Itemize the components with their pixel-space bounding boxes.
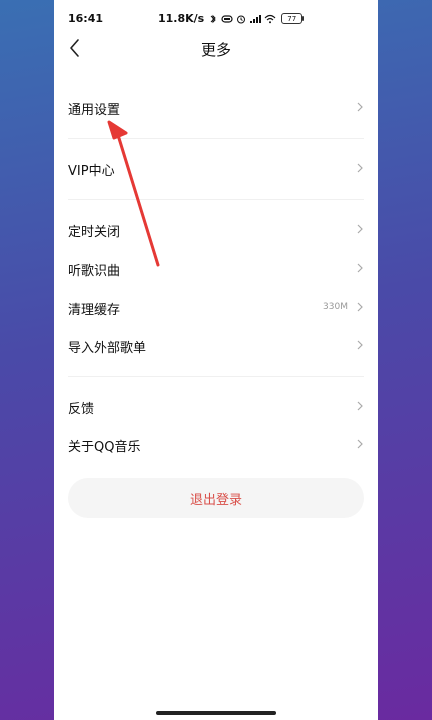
chevron-right-icon bbox=[357, 263, 363, 273]
feedback-label: 反馈 bbox=[68, 402, 95, 417]
phone-screen: 16:41 11.8K/s 77 更多 通用设置 VIP中心 定时关闭 听歌识曲 bbox=[54, 0, 378, 720]
import-playlist-item[interactable]: 导入外部歌单 bbox=[54, 327, 378, 365]
chevron-right-icon bbox=[357, 401, 363, 411]
alarm-icon bbox=[237, 15, 246, 23]
logout-button[interactable]: 退出登录 bbox=[68, 478, 364, 518]
logout-label: 退出登录 bbox=[189, 492, 242, 508]
page-header: 更多 bbox=[54, 30, 378, 66]
signal-icon bbox=[250, 14, 262, 23]
divider bbox=[68, 376, 364, 377]
status-time: 16:41 bbox=[68, 12, 104, 25]
clear-cache-label: 清理缓存 bbox=[68, 303, 121, 318]
chevron-right-icon bbox=[357, 340, 363, 350]
home-indicator bbox=[156, 711, 276, 715]
chevron-right-icon bbox=[357, 439, 363, 449]
divider bbox=[68, 199, 364, 200]
song-recognition-label: 听歌识曲 bbox=[68, 264, 121, 279]
vip-center-label: VIP中心 bbox=[68, 164, 115, 179]
general-settings-item[interactable]: 通用设置 bbox=[54, 89, 378, 127]
song-recognition-item[interactable]: 听歌识曲 bbox=[54, 250, 378, 288]
feedback-item[interactable]: 反馈 bbox=[54, 388, 378, 426]
general-settings-label: 通用设置 bbox=[68, 103, 121, 118]
page-title: 更多 bbox=[200, 41, 231, 59]
about-item[interactable]: 关于QQ音乐 bbox=[54, 426, 378, 464]
import-playlist-label: 导入外部歌单 bbox=[68, 341, 147, 356]
wifi-icon bbox=[264, 14, 276, 23]
cache-size: 330M bbox=[323, 302, 348, 312]
chevron-right-icon bbox=[357, 163, 363, 173]
vip-center-item[interactable]: VIP中心 bbox=[54, 150, 378, 188]
bluetooth-icon bbox=[210, 14, 216, 23]
chevron-right-icon bbox=[357, 102, 363, 112]
sleep-timer-item[interactable]: 定时关闭 bbox=[54, 211, 378, 249]
about-label: 关于QQ音乐 bbox=[68, 440, 141, 455]
divider bbox=[68, 138, 364, 139]
clear-cache-item[interactable]: 清理缓存 330M bbox=[54, 289, 378, 327]
sim-icon bbox=[221, 14, 233, 23]
chevron-right-icon bbox=[357, 302, 363, 312]
chevron-right-icon bbox=[357, 224, 363, 234]
battery-icon: 77 bbox=[281, 13, 305, 24]
status-icons: 11.8K/s 77 bbox=[158, 12, 305, 25]
sleep-timer-label: 定时关闭 bbox=[68, 225, 121, 240]
network-speed: 11.8K/s bbox=[158, 12, 205, 25]
